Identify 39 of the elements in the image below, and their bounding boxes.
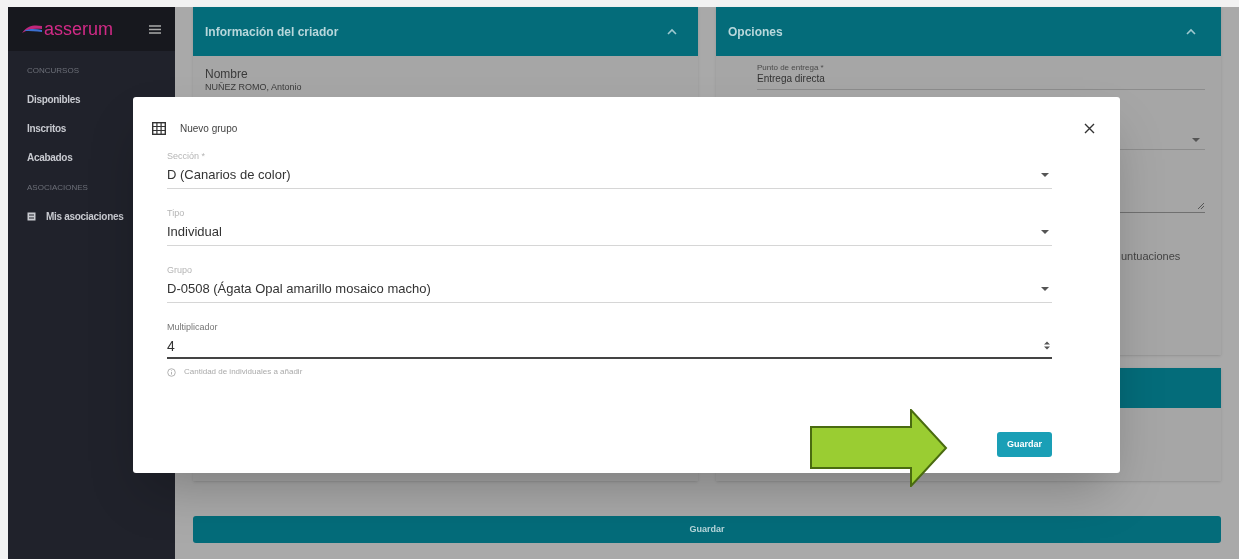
logo-text: asserum <box>44 20 114 38</box>
dropdown-caret-icon[interactable] <box>1191 137 1201 143</box>
dropdown-caret-icon[interactable] <box>1040 229 1050 235</box>
option-text: untuaciones <box>1121 250 1181 262</box>
logo-icon <box>22 23 42 35</box>
select-field[interactable]: Tipo Individual <box>167 207 1052 246</box>
field-value: Entrega directa <box>757 73 826 85</box>
field-label: Grupo <box>167 264 193 276</box>
dialog-title: Nuevo grupo <box>180 122 238 136</box>
select-field[interactable]: Grupo D-0508 (Ágata Opal amarillo mosaico macho) <box>167 264 1052 303</box>
grid-icon <box>152 122 166 135</box>
field-label: Nombre <box>205 67 249 81</box>
info-icon <box>167 367 176 377</box>
dropdown-caret-icon[interactable] <box>1040 286 1050 292</box>
field-value: Individual <box>167 223 222 241</box>
field-label: Punto de entrega * <box>757 63 825 73</box>
close-icon[interactable] <box>1084 123 1095 134</box>
stepper-icon[interactable] <box>1044 341 1050 350</box>
field-value: NUÑEZ ROMO, Antonio <box>205 81 303 93</box>
card-title: Información del criador <box>205 23 339 41</box>
section-heading: CONCURSOS <box>26 65 80 77</box>
field-label: Sección * <box>167 150 207 162</box>
helper-text: Cantidad de individuales a añadir <box>184 366 303 378</box>
resize-handle-icon[interactable] <box>1197 202 1205 210</box>
select-field[interactable]: Sección * D (Canarios de color) <box>167 150 1052 189</box>
card-title: Opciones <box>728 23 783 41</box>
save-bar[interactable]: Guardar <box>193 516 1221 543</box>
field-label: Tipo <box>167 207 186 219</box>
field-value: D-0508 (Ágata Opal amarillo mosaico macho) <box>167 280 431 298</box>
section-heading: ASOCIACIONES <box>26 182 89 194</box>
collapse-chevron-icon[interactable] <box>666 27 678 36</box>
field-value: D (Canarios de color) <box>167 166 291 184</box>
field-value: 4 <box>167 337 176 355</box>
dropdown-caret-icon[interactable] <box>1040 172 1050 178</box>
menu-icon[interactable] <box>149 24 161 34</box>
collapse-chevron-icon[interactable] <box>1185 27 1197 36</box>
field-label: Multiplicador <box>167 321 218 333</box>
number-field[interactable]: Multiplicador 4 <box>167 321 1052 359</box>
building-icon <box>27 212 36 221</box>
